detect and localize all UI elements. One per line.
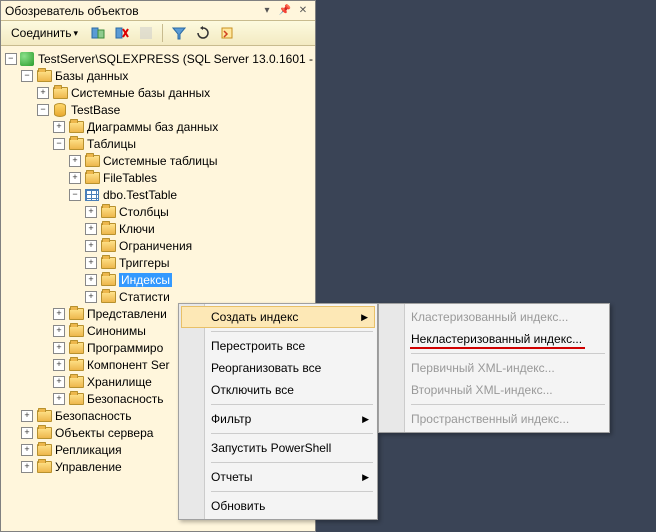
submenu-secondary-xml-index: Вторичный XML-индекс...	[381, 379, 607, 401]
expand-icon[interactable]: +	[37, 87, 49, 99]
table-icon	[84, 188, 100, 202]
folder-icon	[100, 273, 116, 287]
expand-icon[interactable]: +	[21, 427, 33, 439]
expand-icon[interactable]: +	[53, 342, 65, 354]
menu-disable-all[interactable]: Отключить все	[181, 379, 375, 401]
expand-icon[interactable]: +	[69, 155, 81, 167]
folder-icon	[36, 460, 52, 474]
folder-icon	[68, 375, 84, 389]
pin-icon[interactable]: 📌	[277, 3, 293, 19]
script-icon[interactable]	[217, 23, 237, 43]
submenu-arrow-icon: ▶	[361, 312, 368, 323]
tree-columns-node[interactable]: + Столбцы	[3, 203, 313, 220]
expand-icon[interactable]: +	[85, 240, 97, 252]
folder-icon	[100, 256, 116, 270]
folder-icon	[68, 358, 84, 372]
submenu-arrow-icon: ▶	[362, 472, 369, 483]
folder-icon	[68, 341, 84, 355]
connect-server-icon[interactable]	[88, 23, 108, 43]
folder-icon	[36, 409, 52, 423]
expand-icon[interactable]: +	[21, 461, 33, 473]
expand-icon[interactable]: +	[21, 444, 33, 456]
expand-icon[interactable]: +	[53, 359, 65, 371]
tree-constraints-node[interactable]: + Ограничения	[3, 237, 313, 254]
collapse-icon[interactable]: −	[5, 53, 17, 65]
tree-server-node[interactable]: − TestServer\SQLEXPRESS (SQL Server 13.0…	[3, 50, 313, 67]
expand-icon[interactable]: +	[85, 206, 97, 218]
menu-start-powershell[interactable]: Запустить PowerShell	[181, 437, 375, 459]
submenu-clustered-index: Кластеризованный индекс...	[381, 306, 607, 328]
folder-icon	[100, 239, 116, 253]
collapse-icon[interactable]: −	[21, 70, 33, 82]
folder-icon	[68, 307, 84, 321]
dropdown-icon: ▾	[74, 28, 79, 39]
tree-testtable-node[interactable]: − dbo.TestTable	[3, 186, 313, 203]
expand-icon[interactable]: +	[21, 410, 33, 422]
tree-tables-node[interactable]: − Таблицы	[3, 135, 313, 152]
expand-icon[interactable]: +	[85, 223, 97, 235]
expand-icon[interactable]: +	[53, 121, 65, 133]
tree-filetables-node[interactable]: + FileTables	[3, 169, 313, 186]
folder-icon	[68, 137, 84, 151]
expand-icon[interactable]: +	[85, 274, 97, 286]
tree-sys-databases-node[interactable]: + Системные базы данных	[3, 84, 313, 101]
highlight-underline	[410, 347, 585, 349]
menu-create-index[interactable]: Создать индекс ▶	[181, 306, 375, 328]
connect-button[interactable]: Соединить ▾	[5, 24, 84, 42]
folder-icon	[68, 120, 84, 134]
collapse-icon[interactable]: −	[69, 189, 81, 201]
folder-icon	[36, 443, 52, 457]
disconnect-server-icon[interactable]	[112, 23, 132, 43]
context-menu: Создать индекс ▶ Перестроить все Реорган…	[178, 303, 378, 520]
close-icon[interactable]: ✕	[295, 3, 311, 19]
expand-icon[interactable]: +	[53, 325, 65, 337]
menu-filter[interactable]: Фильтр ▶	[181, 408, 375, 430]
folder-icon	[100, 205, 116, 219]
menu-rebuild-all[interactable]: Перестроить все	[181, 335, 375, 357]
expand-icon[interactable]: +	[69, 172, 81, 184]
stop-icon	[136, 23, 156, 43]
submenu-spatial-index: Пространственный индекс...	[381, 408, 607, 430]
refresh-icon[interactable]	[193, 23, 213, 43]
toolbar: Соединить ▾	[1, 21, 315, 46]
folder-icon	[52, 86, 68, 100]
expand-icon[interactable]: +	[85, 291, 97, 303]
menu-refresh[interactable]: Обновить	[181, 495, 375, 517]
tree-diagrams-node[interactable]: + Диаграммы баз данных	[3, 118, 313, 135]
folder-icon	[100, 290, 116, 304]
tree-databases-node[interactable]: − Базы данных	[3, 67, 313, 84]
folder-icon	[68, 392, 84, 406]
database-icon	[52, 103, 68, 117]
folder-icon	[36, 69, 52, 83]
filter-icon[interactable]	[169, 23, 189, 43]
tree-indexes-node[interactable]: + Индексы	[3, 271, 313, 288]
panel-title-bar: Обозреватель объектов ▾ 📌 ✕	[1, 1, 315, 21]
folder-icon	[36, 426, 52, 440]
menu-reorganize-all[interactable]: Реорганизовать все	[181, 357, 375, 379]
collapse-icon[interactable]: −	[53, 138, 65, 150]
panel-title: Обозреватель объектов	[5, 4, 257, 18]
collapse-icon[interactable]: −	[37, 104, 49, 116]
folder-icon	[84, 171, 100, 185]
dropdown-icon[interactable]: ▾	[259, 3, 275, 19]
create-index-submenu: Кластеризованный индекс... Некластеризов…	[378, 303, 610, 433]
folder-icon	[68, 324, 84, 338]
submenu-arrow-icon: ▶	[362, 414, 369, 425]
tree-testbase-node[interactable]: − TestBase	[3, 101, 313, 118]
expand-icon[interactable]: +	[53, 308, 65, 320]
expand-icon[interactable]: +	[53, 393, 65, 405]
tree-triggers-node[interactable]: + Триггеры	[3, 254, 313, 271]
tree-sys-tables-node[interactable]: + Системные таблицы	[3, 152, 313, 169]
expand-icon[interactable]: +	[85, 257, 97, 269]
expand-icon[interactable]: +	[53, 376, 65, 388]
tree-keys-node[interactable]: + Ключи	[3, 220, 313, 237]
folder-icon	[84, 154, 100, 168]
connect-label: Соединить	[11, 26, 72, 40]
submenu-primary-xml-index: Первичный XML-индекс...	[381, 357, 607, 379]
server-icon	[20, 52, 35, 66]
folder-icon	[100, 222, 116, 236]
menu-reports[interactable]: Отчеты ▶	[181, 466, 375, 488]
